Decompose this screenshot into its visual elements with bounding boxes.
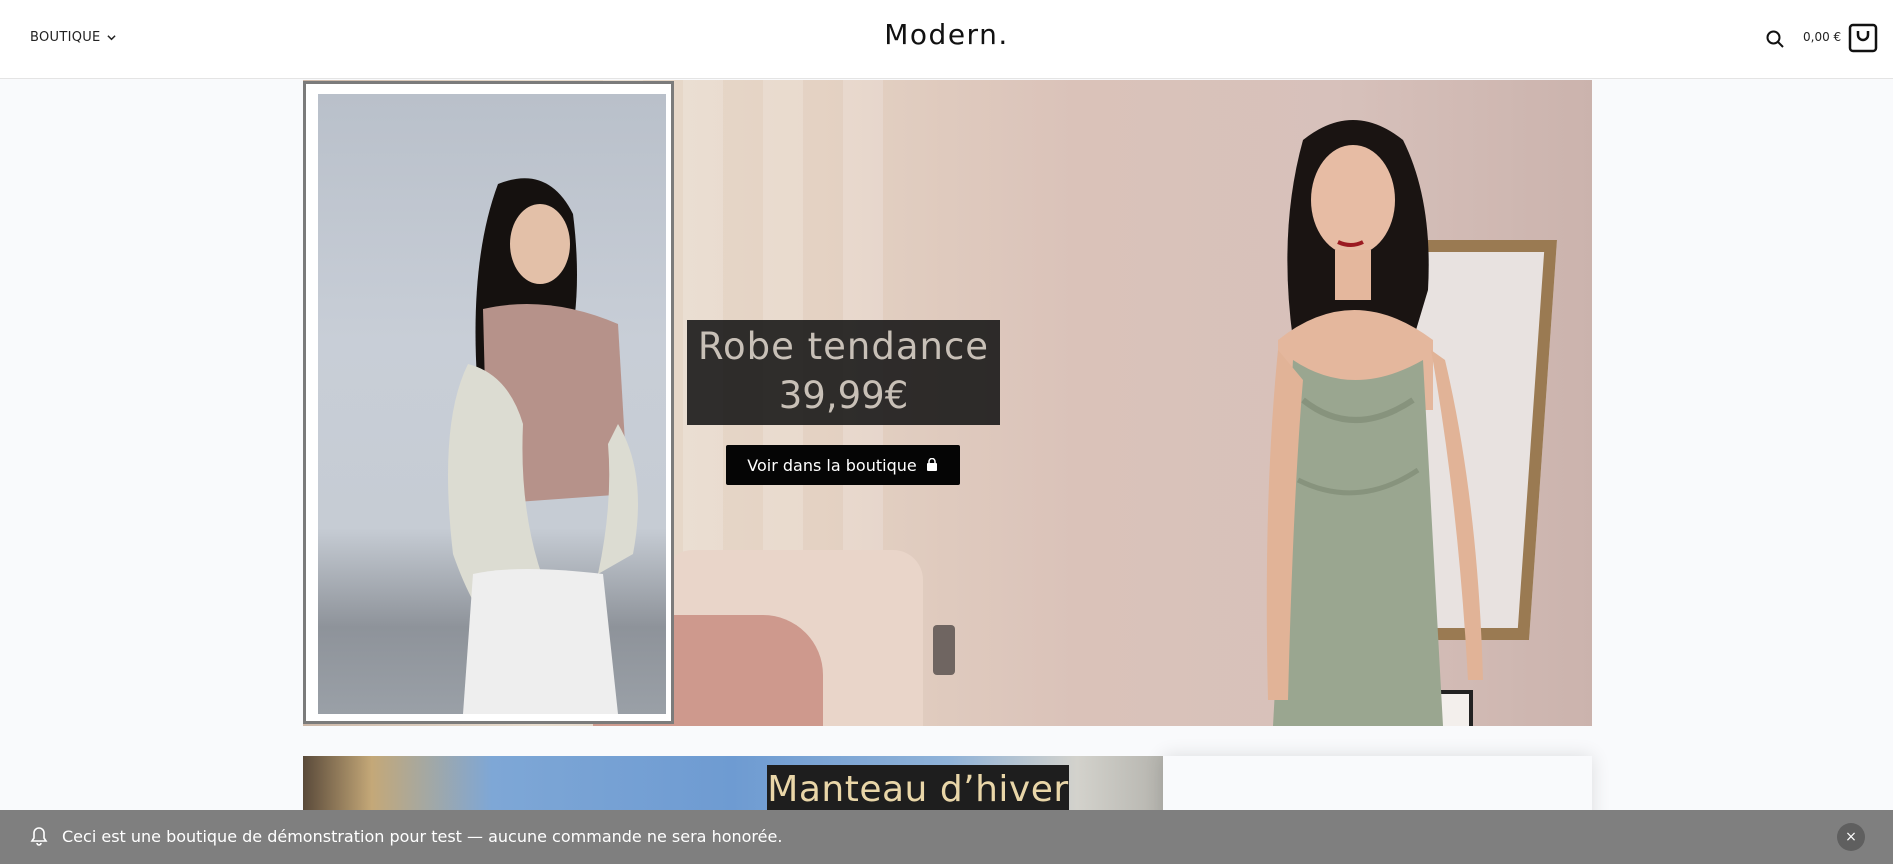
model-green-dress-image — [1266, 120, 1483, 726]
chevron-down-icon — [106, 35, 116, 41]
featured-product-card[interactable] — [303, 81, 674, 724]
demo-store-notice: Ceci est une boutique de démonstration p… — [0, 810, 1893, 864]
cart-total[interactable]: 0,00 € — [1803, 30, 1841, 44]
site-header: BOUTIQUE Modern. 0,00 € — [0, 0, 1893, 79]
model-jacket-image — [318, 94, 666, 714]
close-icon: × — [1845, 829, 1857, 845]
hero-caption: Robe tendance 39,99€ — [687, 320, 1000, 425]
hero-title: Robe tendance — [697, 325, 990, 368]
notice-text: Ceci est une boutique de démonstration p… — [62, 827, 783, 846]
close-notice-button[interactable]: × — [1837, 823, 1865, 851]
winter-coat-title: Manteau d’hiver — [767, 765, 1069, 815]
search-button[interactable] — [1765, 29, 1785, 49]
logo-link[interactable]: Modern. — [884, 18, 1008, 51]
cta-label: Voir dans la boutique — [747, 455, 917, 475]
bell-icon — [30, 827, 48, 846]
shopping-bag-icon — [926, 458, 937, 471]
shop-menu-label: BOUTIQUE — [30, 30, 101, 45]
shopping-bag-icon — [1848, 23, 1878, 53]
hero-price: 39,99€ — [778, 374, 909, 417]
shop-menu[interactable]: BOUTIQUE — [30, 30, 116, 45]
search-icon — [1766, 30, 1784, 48]
site-logo: Modern. — [0, 18, 1893, 51]
view-in-shop-button[interactable]: Voir dans la boutique — [726, 445, 960, 485]
cart-button[interactable] — [1847, 22, 1879, 54]
